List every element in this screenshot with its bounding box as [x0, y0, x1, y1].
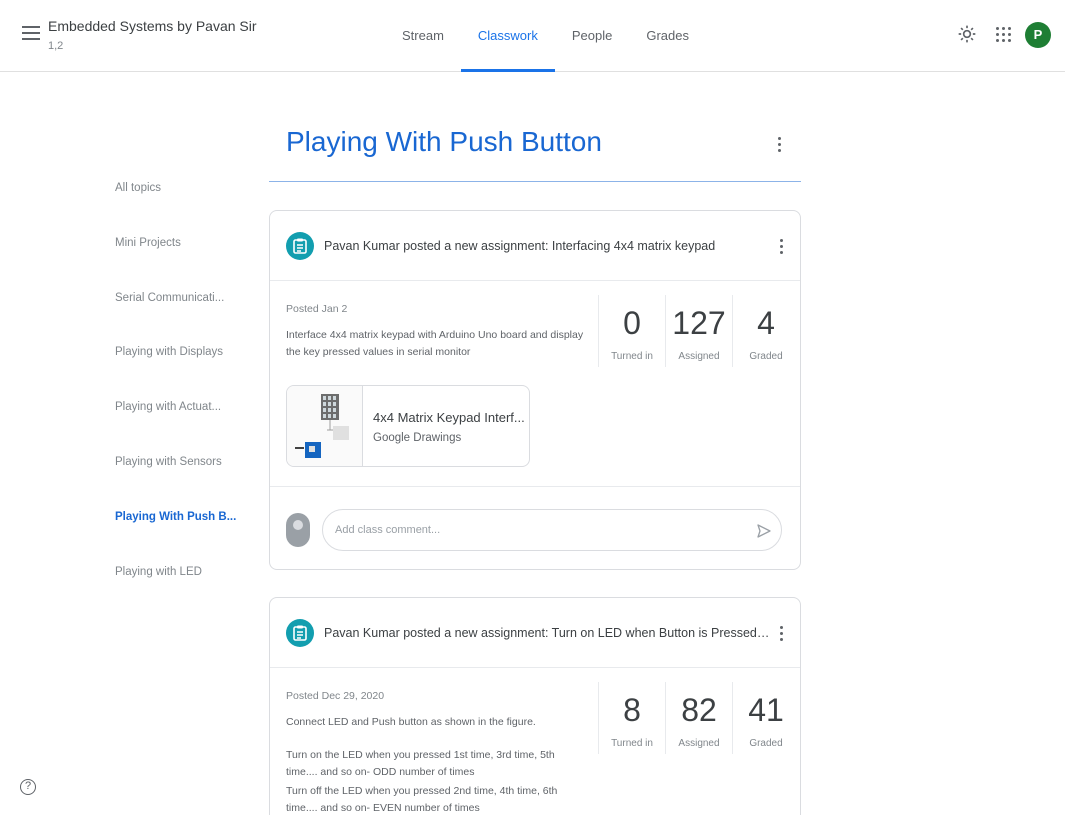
stat-label: Turned in [611, 738, 653, 749]
description-line [286, 733, 586, 745]
menu-icon[interactable] [22, 26, 40, 40]
class-comment-input[interactable] [322, 509, 782, 551]
stat-value: 8 [623, 692, 641, 728]
apps-icon[interactable] [996, 27, 1012, 43]
attachment-type: Google Drawings [373, 432, 462, 444]
stat-value: 82 [681, 692, 717, 728]
more-options-icon[interactable] [776, 235, 786, 257]
stat-value: 4 [757, 305, 775, 341]
topic-title: Playing With Push Button [286, 126, 602, 157]
topic-more-options-icon[interactable] [772, 132, 786, 154]
stat-graded[interactable]: 41 Graded [732, 682, 799, 754]
tab-grades[interactable]: Grades [629, 0, 706, 72]
assignment-card-header[interactable]: Pavan Kumar posted a new assignment: Int… [270, 211, 800, 281]
tab-classwork[interactable]: Classwork [460, 0, 555, 72]
more-options-icon[interactable] [776, 622, 786, 644]
attachment-chip[interactable]: 4x4 Matrix Keypad Interf... Google Drawi… [286, 385, 530, 467]
assignment-stats: 8 Turned in 82 Assigned 41 Graded [598, 682, 799, 754]
sidebar-item-push-button[interactable]: Playing With Push B... [115, 511, 265, 566]
assignment-description: Connect LED and Push button as shown in … [286, 714, 586, 815]
help-icon[interactable]: ? [20, 779, 36, 795]
sidebar-item-displays[interactable]: Playing with Displays [115, 346, 265, 401]
sidebar-item-all-topics[interactable]: All topics [115, 182, 265, 237]
stat-assigned[interactable]: 127 Assigned [665, 295, 732, 367]
assignment-stats: 0 Turned in 127 Assigned 4 Graded [598, 295, 799, 367]
stat-value: 127 [672, 305, 726, 341]
assignment-icon [286, 619, 314, 647]
stat-graded[interactable]: 4 Graded [732, 295, 799, 367]
attachment-title: 4x4 Matrix Keypad Interf... [373, 410, 525, 425]
posted-date: Posted Jan 2 [286, 303, 348, 315]
assignment-card[interactable]: Pavan Kumar posted a new assignment: Int… [269, 210, 801, 570]
stat-label: Assigned [678, 738, 720, 749]
sidebar-item-actuators[interactable]: Playing with Actuat... [115, 401, 265, 456]
user-avatar-icon [286, 513, 310, 547]
class-title[interactable]: Embedded Systems by Pavan Sir [48, 18, 257, 34]
sidebar-item-sensors[interactable]: Playing with Sensors [115, 456, 265, 511]
sidebar-item-serial-communication[interactable]: Serial Communicati... [115, 292, 265, 347]
stat-assigned[interactable]: 82 Assigned [665, 682, 732, 754]
avatar[interactable]: P [1025, 22, 1051, 48]
description-line: Turn on the LED when you pressed 1st tim… [286, 749, 555, 778]
tab-people[interactable]: People [555, 0, 629, 72]
stat-turned-in[interactable]: 8 Turned in [598, 682, 665, 754]
sidebar-item-mini-projects[interactable]: Mini Projects [115, 237, 265, 292]
attachment-thumbnail [287, 386, 363, 466]
stat-value: 0 [623, 305, 641, 341]
stat-turned-in[interactable]: 0 Turned in [598, 295, 665, 367]
stat-label: Graded [749, 738, 783, 749]
description-line: Connect LED and Push button as shown in … [286, 716, 536, 728]
topic-sidebar: All topics Mini Projects Serial Communic… [115, 182, 265, 620]
class-comment-row [270, 486, 800, 569]
tab-bar: Stream Classwork People Grades [385, 0, 706, 72]
sidebar-item-led[interactable]: Playing with LED [115, 566, 265, 621]
stat-value: 41 [748, 692, 784, 728]
assignment-card[interactable]: Pavan Kumar posted a new assignment: Tur… [269, 597, 801, 815]
class-section: 1,2 [48, 40, 64, 52]
assignment-card-header[interactable]: Pavan Kumar posted a new assignment: Tur… [270, 598, 800, 668]
stat-label: Assigned [678, 351, 720, 362]
description-line: Turn off the LED when you pressed 2nd ti… [286, 785, 558, 814]
stat-label: Turned in [611, 351, 653, 362]
send-icon[interactable] [756, 523, 772, 539]
assignment-icon [286, 232, 314, 260]
assignment-title[interactable]: Pavan Kumar posted a new assignment: Int… [324, 239, 770, 253]
assignment-title[interactable]: Pavan Kumar posted a new assignment: Tur… [324, 626, 770, 640]
gear-icon[interactable] [957, 24, 977, 44]
description-line: Interface 4x4 matrix keypad with Arduino… [286, 329, 584, 358]
top-app-bar: Embedded Systems by Pavan Sir 1,2 Stream… [0, 0, 1065, 72]
assignment-description: Interface 4x4 matrix keypad with Arduino… [286, 327, 586, 363]
posted-date: Posted Dec 29, 2020 [286, 690, 385, 702]
tab-stream[interactable]: Stream [385, 0, 461, 72]
stat-label: Graded [749, 351, 783, 362]
topic-divider [269, 181, 801, 182]
